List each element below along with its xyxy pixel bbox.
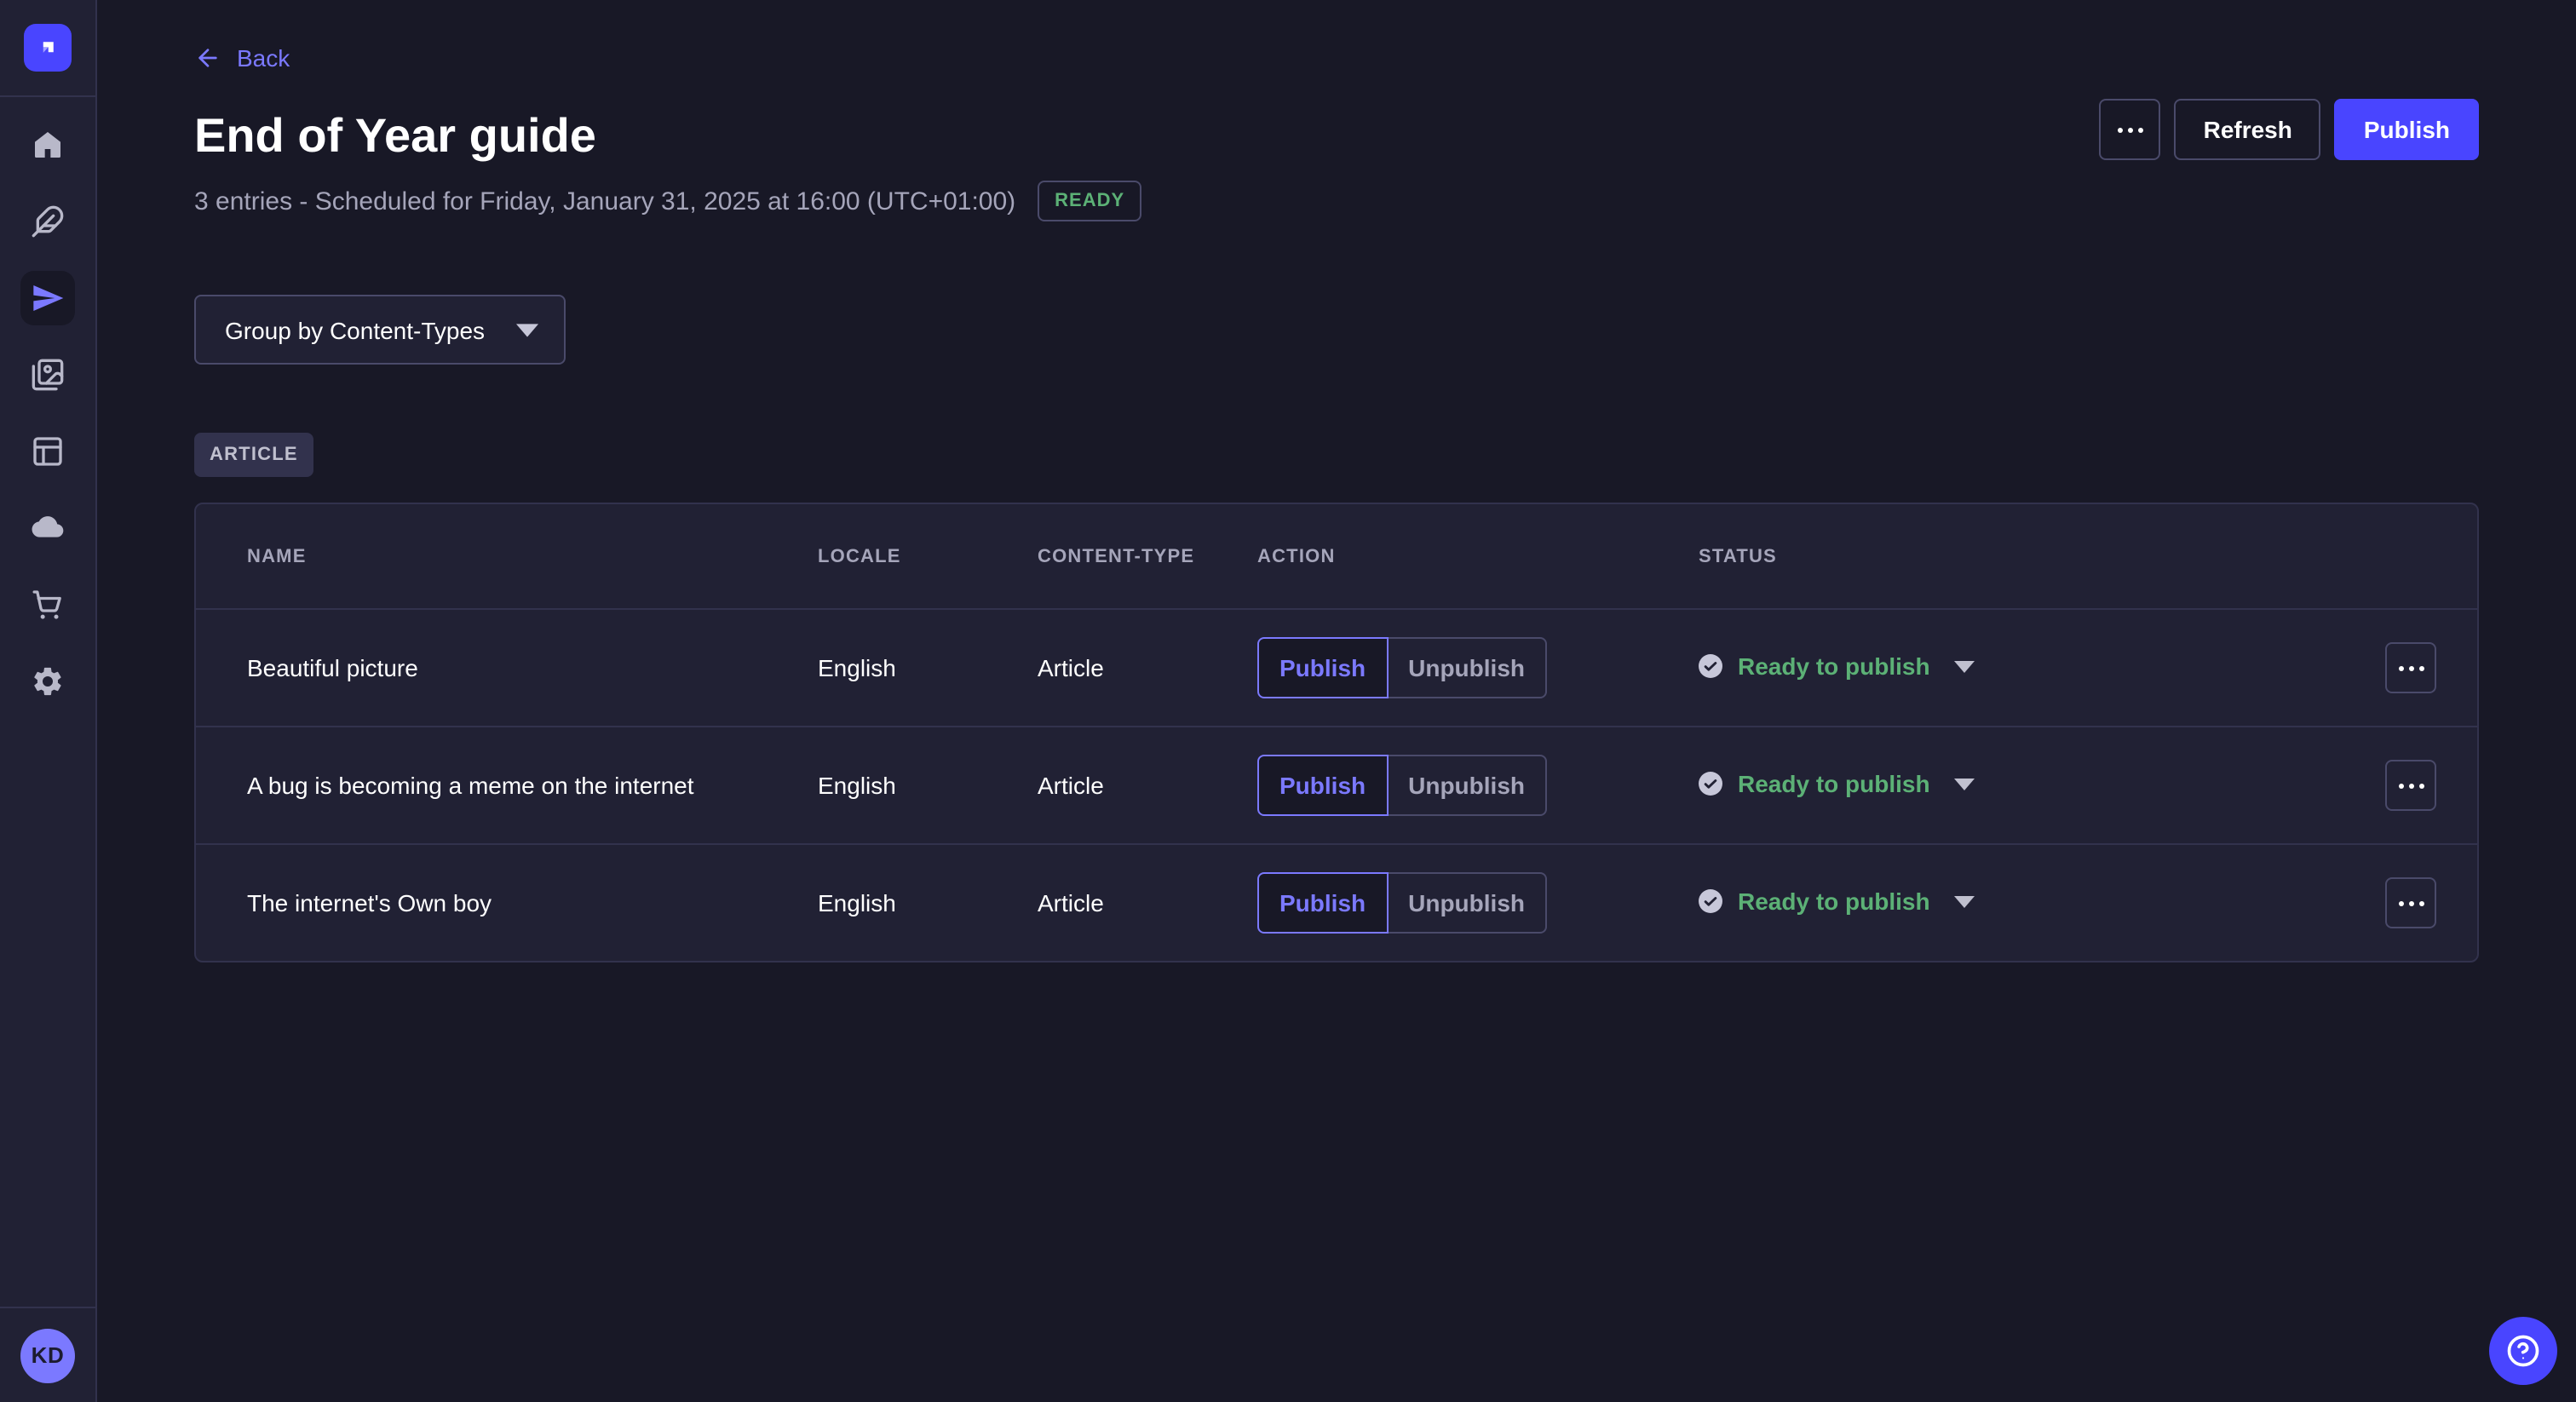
- refresh-button[interactable]: Refresh: [2175, 99, 2321, 160]
- main-content: Back End of Year guide 3 entries - Sched…: [97, 0, 2576, 1402]
- table-row: The internet's Own boy English Article P…: [196, 843, 2477, 961]
- chevron-down-icon: [1954, 895, 1975, 907]
- avatar[interactable]: KD: [20, 1328, 75, 1382]
- gear-icon: [31, 664, 65, 698]
- row-unpublish-button[interactable]: Unpublish: [1388, 755, 1547, 816]
- circle-question-icon: [2504, 1332, 2542, 1370]
- status-label: Ready to publish: [1738, 652, 1930, 680]
- entry-name: The internet's Own boy: [247, 889, 818, 916]
- images-icon: [31, 358, 65, 392]
- content-type-group-badge: ARTICLE: [194, 433, 313, 477]
- entry-locale: English: [818, 654, 1038, 681]
- help-button[interactable]: [2489, 1317, 2557, 1385]
- chevron-down-icon: [515, 323, 538, 336]
- cloud-icon: [31, 511, 65, 545]
- page-title: End of Year guide: [194, 107, 1141, 165]
- column-header-locale: LOCALE: [818, 546, 1038, 566]
- chevron-down-icon: [1954, 778, 1975, 790]
- status-label: Ready to publish: [1738, 770, 1930, 797]
- ellipsis-icon: [2398, 900, 2424, 905]
- row-publish-button[interactable]: Publish: [1257, 637, 1388, 698]
- home-icon: [31, 128, 65, 162]
- publish-toggle: Publish Unpublish: [1257, 637, 1547, 698]
- row-publish-button[interactable]: Publish: [1257, 755, 1388, 816]
- sidebar-item-home[interactable]: [20, 118, 75, 172]
- status-badge: READY: [1038, 181, 1141, 221]
- sidebar-item-settings[interactable]: [20, 654, 75, 709]
- publish-button[interactable]: Publish: [2335, 99, 2479, 160]
- entry-name: A bug is becoming a meme on the internet: [247, 772, 818, 799]
- toolbar: Group by Content-Types: [194, 295, 2479, 365]
- header-left: Back End of Year guide 3 entries - Sched…: [194, 44, 1141, 221]
- status-dropdown[interactable]: Ready to publish: [1699, 770, 1975, 797]
- group-by-label: Group by Content-Types: [225, 316, 485, 343]
- header-actions: Refresh Publish: [2100, 99, 2479, 221]
- group-badge-row: ARTICLE: [194, 433, 2479, 477]
- back-label: Back: [237, 44, 290, 72]
- status-dropdown[interactable]: Ready to publish: [1699, 888, 1975, 915]
- arrow-left-icon: [194, 44, 221, 72]
- sidebar-logo-area: [0, 0, 95, 97]
- feather-icon: [31, 204, 65, 238]
- page-header: Back End of Year guide 3 entries - Sched…: [194, 0, 2479, 221]
- sidebar-item-content-type-builder[interactable]: [20, 424, 75, 479]
- sidebar-nav: [0, 97, 95, 1307]
- app-window: KD Back End of Year guide 3 entries - Sc…: [0, 0, 2576, 1402]
- column-header-action: ACTION: [1257, 546, 1699, 566]
- column-header-content-type: CONTENT-TYPE: [1038, 546, 1257, 566]
- entry-content-type: Article: [1038, 654, 1257, 681]
- cart-icon: [31, 588, 65, 622]
- entries-table: NAME LOCALE CONTENT-TYPE ACTION STATUS B…: [194, 503, 2479, 962]
- sidebar-item-marketplace[interactable]: [20, 577, 75, 632]
- row-publish-button[interactable]: Publish: [1257, 872, 1388, 934]
- chevron-down-icon: [1954, 660, 1975, 672]
- column-header-status: STATUS: [1699, 546, 2344, 566]
- row-unpublish-button[interactable]: Unpublish: [1388, 872, 1547, 934]
- row-more-button[interactable]: [2385, 642, 2436, 693]
- row-more-button[interactable]: [2385, 760, 2436, 811]
- row-more-button[interactable]: [2385, 877, 2436, 928]
- sidebar-item-deploy[interactable]: [20, 501, 75, 555]
- check-circle-icon: [1699, 772, 1722, 796]
- table-row: A bug is becoming a meme on the internet…: [196, 726, 2477, 843]
- ellipsis-icon: [2398, 783, 2424, 788]
- entry-content-type: Article: [1038, 772, 1257, 799]
- table-row: Beautiful picture English Article Publis…: [196, 608, 2477, 726]
- subtitle-row: 3 entries - Scheduled for Friday, Januar…: [194, 181, 1141, 221]
- ellipsis-icon: [2118, 127, 2143, 132]
- sidebar-footer: KD: [0, 1307, 95, 1402]
- check-circle-icon: [1699, 889, 1722, 913]
- back-link[interactable]: Back: [194, 44, 290, 72]
- strapi-logo: [24, 24, 72, 72]
- table-header-row: NAME LOCALE CONTENT-TYPE ACTION STATUS: [196, 504, 2477, 608]
- more-options-button[interactable]: [2100, 99, 2161, 160]
- paper-plane-icon: [31, 281, 65, 315]
- publish-toggle: Publish Unpublish: [1257, 872, 1547, 934]
- publish-toggle: Publish Unpublish: [1257, 755, 1547, 816]
- status-label: Ready to publish: [1738, 888, 1930, 915]
- entry-locale: English: [818, 772, 1038, 799]
- check-circle-icon: [1699, 654, 1722, 678]
- status-dropdown[interactable]: Ready to publish: [1699, 652, 1975, 680]
- layout-icon: [31, 434, 65, 468]
- ellipsis-icon: [2398, 665, 2424, 670]
- sidebar-item-releases[interactable]: [20, 271, 75, 325]
- page-subtitle: 3 entries - Scheduled for Friday, Januar…: [194, 187, 1015, 215]
- entry-content-type: Article: [1038, 889, 1257, 916]
- column-header-name: NAME: [247, 546, 818, 566]
- entry-name: Beautiful picture: [247, 654, 818, 681]
- entry-locale: English: [818, 889, 1038, 916]
- row-unpublish-button[interactable]: Unpublish: [1388, 637, 1547, 698]
- sidebar-item-media-library[interactable]: [20, 348, 75, 402]
- sidebar-item-content-manager[interactable]: [20, 194, 75, 249]
- group-by-dropdown[interactable]: Group by Content-Types: [194, 295, 565, 365]
- sidebar: KD: [0, 0, 97, 1402]
